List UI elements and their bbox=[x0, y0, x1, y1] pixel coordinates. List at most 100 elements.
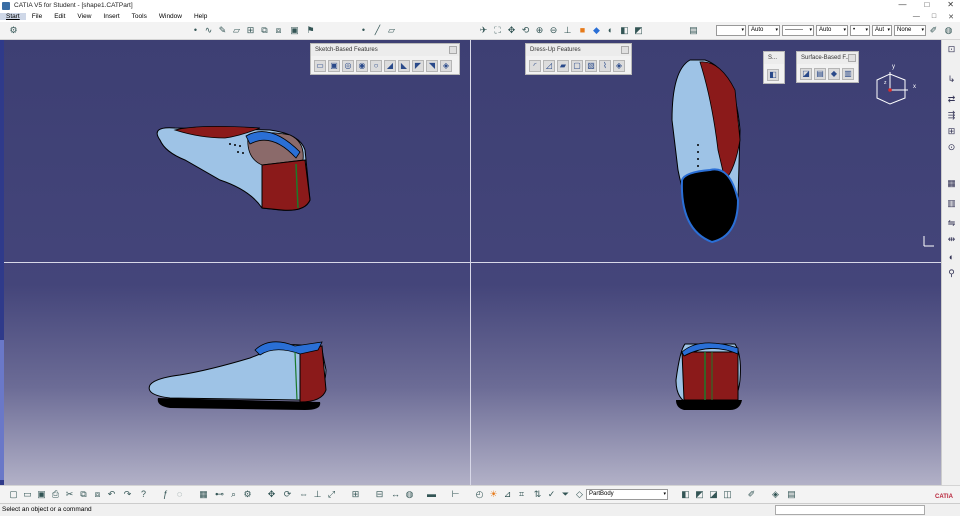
mirror-icon[interactable]: ⇋ bbox=[946, 218, 957, 229]
bolt-icon[interactable]: ⚙ bbox=[242, 489, 253, 500]
shoe-side-view[interactable] bbox=[148, 341, 327, 410]
paste-bottom-icon[interactable]: ⧈ bbox=[92, 489, 103, 500]
search-bottom-icon[interactable]: ⌕ bbox=[228, 489, 239, 500]
coord-icon[interactable]: ⌗ bbox=[516, 489, 527, 500]
measure-between-icon[interactable]: ⇹ bbox=[946, 234, 957, 245]
measure-item-icon[interactable]: ⊿ bbox=[502, 489, 513, 500]
command-input[interactable] bbox=[775, 505, 925, 515]
shoe-top-view[interactable] bbox=[671, 59, 741, 244]
menu-file[interactable]: File bbox=[26, 13, 48, 20]
pattern-icon[interactable]: ⊞ bbox=[946, 126, 957, 137]
menu-tools[interactable]: Tools bbox=[126, 13, 153, 20]
point-style-select[interactable]: • ▾ bbox=[850, 25, 870, 36]
pocket-icon[interactable]: ▣ bbox=[328, 60, 340, 72]
stiffener-icon[interactable]: ◤ bbox=[412, 60, 424, 72]
plane-icon[interactable]: ▱ bbox=[231, 25, 242, 36]
menu-edit[interactable]: Edit bbox=[48, 13, 71, 20]
doc-minimize-button[interactable]: — bbox=[913, 13, 920, 21]
remove-multi-section-icon[interactable]: ◈ bbox=[440, 60, 452, 72]
point-tool-icon[interactable]: • bbox=[358, 25, 369, 36]
palette-close-button[interactable] bbox=[848, 54, 856, 62]
render-icon[interactable]: ▬ bbox=[426, 489, 437, 500]
zoom-in-icon[interactable]: ⊕ bbox=[534, 25, 545, 36]
zoom-out-icon[interactable]: ⊖ bbox=[548, 25, 559, 36]
hide-show-icon[interactable]: ◧ bbox=[619, 25, 630, 36]
axis-icon[interactable]: ⊞ bbox=[245, 25, 256, 36]
analysis-icon[interactable]: ▦ bbox=[946, 178, 957, 189]
menu-start[interactable]: Start bbox=[0, 13, 26, 20]
measure-bottom-icon[interactable]: ⊢ bbox=[450, 489, 461, 500]
sun-icon[interactable]: ☀ bbox=[488, 489, 499, 500]
transform-icon[interactable]: ✥ bbox=[266, 489, 277, 500]
style-icon[interactable]: ◈ bbox=[770, 489, 781, 500]
material-bottom-icon[interactable]: ◍ bbox=[404, 489, 415, 500]
wire-icon[interactable]: ◫ bbox=[722, 489, 733, 500]
constraint-bottom-icon[interactable]: ⊟ bbox=[374, 489, 385, 500]
pan-icon[interactable]: ✥ bbox=[506, 25, 517, 36]
hide-icon[interactable]: ◧ bbox=[680, 489, 691, 500]
thick-surface-icon[interactable]: ▤ bbox=[814, 68, 826, 80]
doc-maximize-button[interactable]: □ bbox=[932, 13, 936, 21]
line-weight-select[interactable]: Auto ▾ bbox=[748, 25, 780, 36]
swap-space-icon[interactable]: ◩ bbox=[633, 25, 644, 36]
sketch-icon[interactable]: ✎ bbox=[217, 25, 228, 36]
properties-icon[interactable]: ▤ bbox=[688, 25, 699, 36]
catalog-icon[interactable]: ▦ bbox=[198, 489, 209, 500]
menu-insert[interactable]: Insert bbox=[97, 13, 125, 20]
chamfer-icon[interactable]: ◿ bbox=[543, 60, 555, 72]
normal-view-icon[interactable]: ⊥ bbox=[562, 25, 573, 36]
fly-mode-icon[interactable]: ✈ bbox=[478, 25, 489, 36]
thickness-icon[interactable]: ▧ bbox=[585, 60, 597, 72]
undo-icon[interactable]: ↶ bbox=[106, 489, 117, 500]
draft-icon[interactable]: ▰ bbox=[557, 60, 569, 72]
new-file-icon[interactable]: ▢ bbox=[8, 489, 19, 500]
open-file-icon[interactable]: ▭ bbox=[22, 489, 33, 500]
print-icon[interactable]: ⎙ bbox=[50, 489, 61, 500]
paste-icon[interactable]: ⧈ bbox=[273, 25, 284, 36]
apply-material-right-icon[interactable]: ◐ bbox=[946, 252, 957, 263]
hole-icon[interactable]: ○ bbox=[370, 60, 382, 72]
constraint-icon[interactable]: ⇄ bbox=[946, 94, 957, 105]
annotation-icon[interactable]: ▥ bbox=[946, 198, 957, 209]
scale-bottom-icon[interactable]: ⤢ bbox=[326, 489, 337, 500]
sew-surface-icon[interactable]: ▥ bbox=[842, 68, 854, 80]
knowledge-icon[interactable]: ⚲ bbox=[946, 268, 957, 279]
line-icon[interactable]: ╱ bbox=[372, 25, 383, 36]
line-color-select[interactable]: ▾ bbox=[716, 25, 746, 36]
copy-icon[interactable]: ⧉ bbox=[259, 25, 270, 36]
compass-widget[interactable]: y x z bbox=[876, 64, 916, 105]
pattern-bottom-icon[interactable]: ⊞ bbox=[350, 489, 361, 500]
shaft-icon[interactable]: ◎ bbox=[342, 60, 354, 72]
maximize-button[interactable]: □ bbox=[924, 0, 929, 9]
exit-workbench-icon[interactable]: ↳ bbox=[946, 74, 957, 85]
multi-view-icon[interactable]: ■ bbox=[577, 25, 588, 36]
formula-icon[interactable]: ⚑ bbox=[305, 25, 316, 36]
shading-icon[interactable]: ◐ bbox=[605, 25, 616, 36]
palette-close-button[interactable] bbox=[621, 46, 629, 54]
cut-icon[interactable]: ✂ bbox=[64, 489, 75, 500]
redo-icon[interactable]: ↷ bbox=[122, 489, 133, 500]
swap-icon[interactable]: ◩ bbox=[694, 489, 705, 500]
apply-material-icon[interactable]: ◍ bbox=[943, 25, 954, 36]
layer-select[interactable]: None ▾ bbox=[894, 25, 926, 36]
plane-tool-icon[interactable]: ▱ bbox=[386, 25, 397, 36]
split-icon[interactable]: ◪ bbox=[800, 68, 812, 80]
line-style-select[interactable]: Auto ▾ bbox=[816, 25, 848, 36]
shell-icon[interactable]: ▢ bbox=[571, 60, 583, 72]
paint-icon[interactable]: ✐ bbox=[746, 489, 757, 500]
inertia-icon[interactable]: ⇅ bbox=[532, 489, 543, 500]
part-design-icon[interactable]: ⚙ bbox=[8, 25, 19, 36]
tree-icon[interactable]: ⊷ bbox=[214, 489, 225, 500]
palette-close-button[interactable] bbox=[449, 46, 457, 54]
menu-window[interactable]: Window bbox=[153, 13, 188, 20]
fit-all-icon[interactable]: ⛶ bbox=[492, 25, 503, 36]
doc-close-button[interactable]: ✕ bbox=[948, 13, 954, 21]
symmetry-icon[interactable]: ⇔ bbox=[298, 489, 309, 500]
remove-face-icon[interactable]: ◈ bbox=[613, 60, 625, 72]
help-icon[interactable]: ? bbox=[138, 489, 149, 500]
format-painter-icon[interactable]: ✐ bbox=[928, 25, 939, 36]
spline-icon[interactable]: ∿ bbox=[203, 25, 214, 36]
clock-icon[interactable]: ◴ bbox=[474, 489, 485, 500]
surface-based-features-palette[interactable]: Surface-Based F... ◪ ▤ ◆ ▥ bbox=[796, 51, 859, 83]
sketch-based-features-palette[interactable]: Sketch-Based Features ▭ ▣ ◎ ◉ ○ ◢ ◣ ◤ ◥ … bbox=[310, 43, 460, 75]
